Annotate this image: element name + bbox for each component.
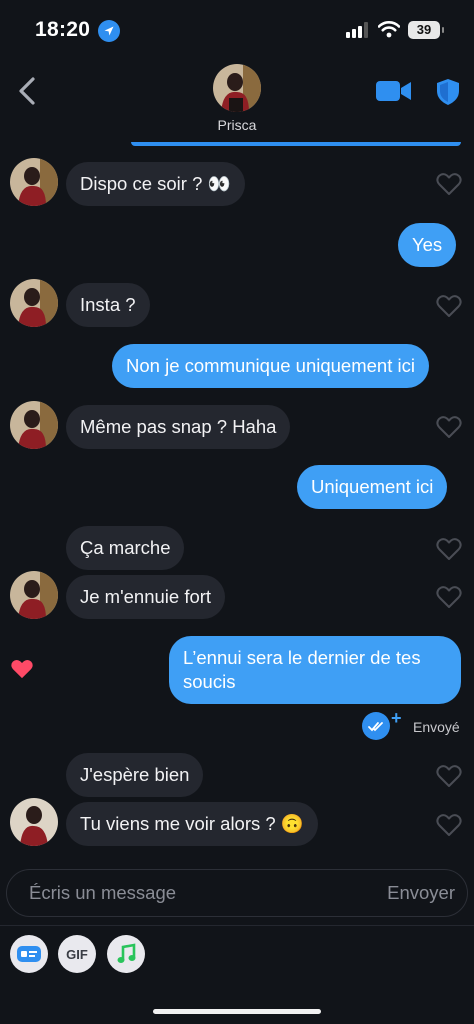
contact-avatar-small[interactable] [10, 401, 58, 449]
plus-icon[interactable]: + [391, 709, 402, 727]
outgoing-message[interactable]: Uniquement ici [297, 465, 448, 509]
status-time: 18:20 [35, 18, 91, 41]
double-check-icon [362, 712, 390, 740]
incoming-message[interactable]: Ça marche [66, 526, 185, 570]
gif-button[interactable]: GIF [58, 935, 96, 973]
contact-avatar[interactable] [213, 64, 261, 112]
home-indicator[interactable] [153, 1009, 321, 1014]
outgoing-message[interactable]: Yes [398, 223, 457, 267]
incoming-message[interactable]: J'espère bien [66, 753, 204, 797]
location-arrow-icon [98, 20, 120, 42]
wifi-icon [377, 20, 401, 38]
heart-filled-icon[interactable] [10, 658, 34, 680]
delivery-status: Envoyé [413, 719, 460, 735]
message-input[interactable] [29, 870, 359, 916]
contact-avatar-small[interactable] [10, 279, 58, 327]
back-chevron-icon[interactable] [14, 76, 40, 106]
heart-outline-icon[interactable] [436, 294, 462, 318]
cellular-signal-icon [346, 22, 370, 38]
contact-card-icon [17, 946, 41, 962]
message-composer: Envoyer [6, 869, 468, 917]
battery-indicator: 39 [408, 21, 444, 39]
outgoing-message[interactable]: L’ennui sera le dernier de tes soucis [169, 636, 461, 704]
heart-outline-icon[interactable] [436, 813, 462, 837]
heart-outline-icon[interactable] [436, 415, 462, 439]
outgoing-message[interactable]: Non je communique uniquement ici [112, 344, 429, 388]
status-bar: 18:20 39 [0, 0, 474, 60]
contact-avatar-small[interactable] [10, 571, 58, 619]
heart-outline-icon[interactable] [436, 764, 462, 788]
heart-outline-icon[interactable] [436, 172, 462, 196]
contact-name[interactable]: Prisca [0, 117, 474, 133]
music-note-icon [117, 943, 136, 963]
incoming-message[interactable]: Je m'ennuie fort [66, 575, 226, 619]
contact-card-button[interactable] [10, 935, 48, 973]
contact-avatar-small[interactable] [10, 158, 58, 206]
video-camera-icon[interactable] [376, 79, 412, 103]
music-button[interactable] [107, 935, 145, 973]
incoming-message[interactable]: Même pas snap ? Haha [66, 405, 291, 449]
heart-outline-icon[interactable] [436, 537, 462, 561]
gif-label: GIF [66, 946, 88, 962]
contact-avatar-small[interactable] [10, 798, 58, 846]
previous-message-bubble-edge [131, 142, 461, 146]
shield-icon[interactable] [436, 78, 460, 106]
incoming-message[interactable]: Dispo ce soir ? 👀 [66, 162, 245, 206]
incoming-message[interactable]: Tu viens me voir alors ? 🙃 [66, 802, 318, 846]
heart-outline-icon[interactable] [436, 585, 462, 609]
divider [0, 925, 474, 926]
incoming-message[interactable]: Insta ? [66, 283, 150, 327]
send-button[interactable]: Envoyer [387, 870, 455, 916]
